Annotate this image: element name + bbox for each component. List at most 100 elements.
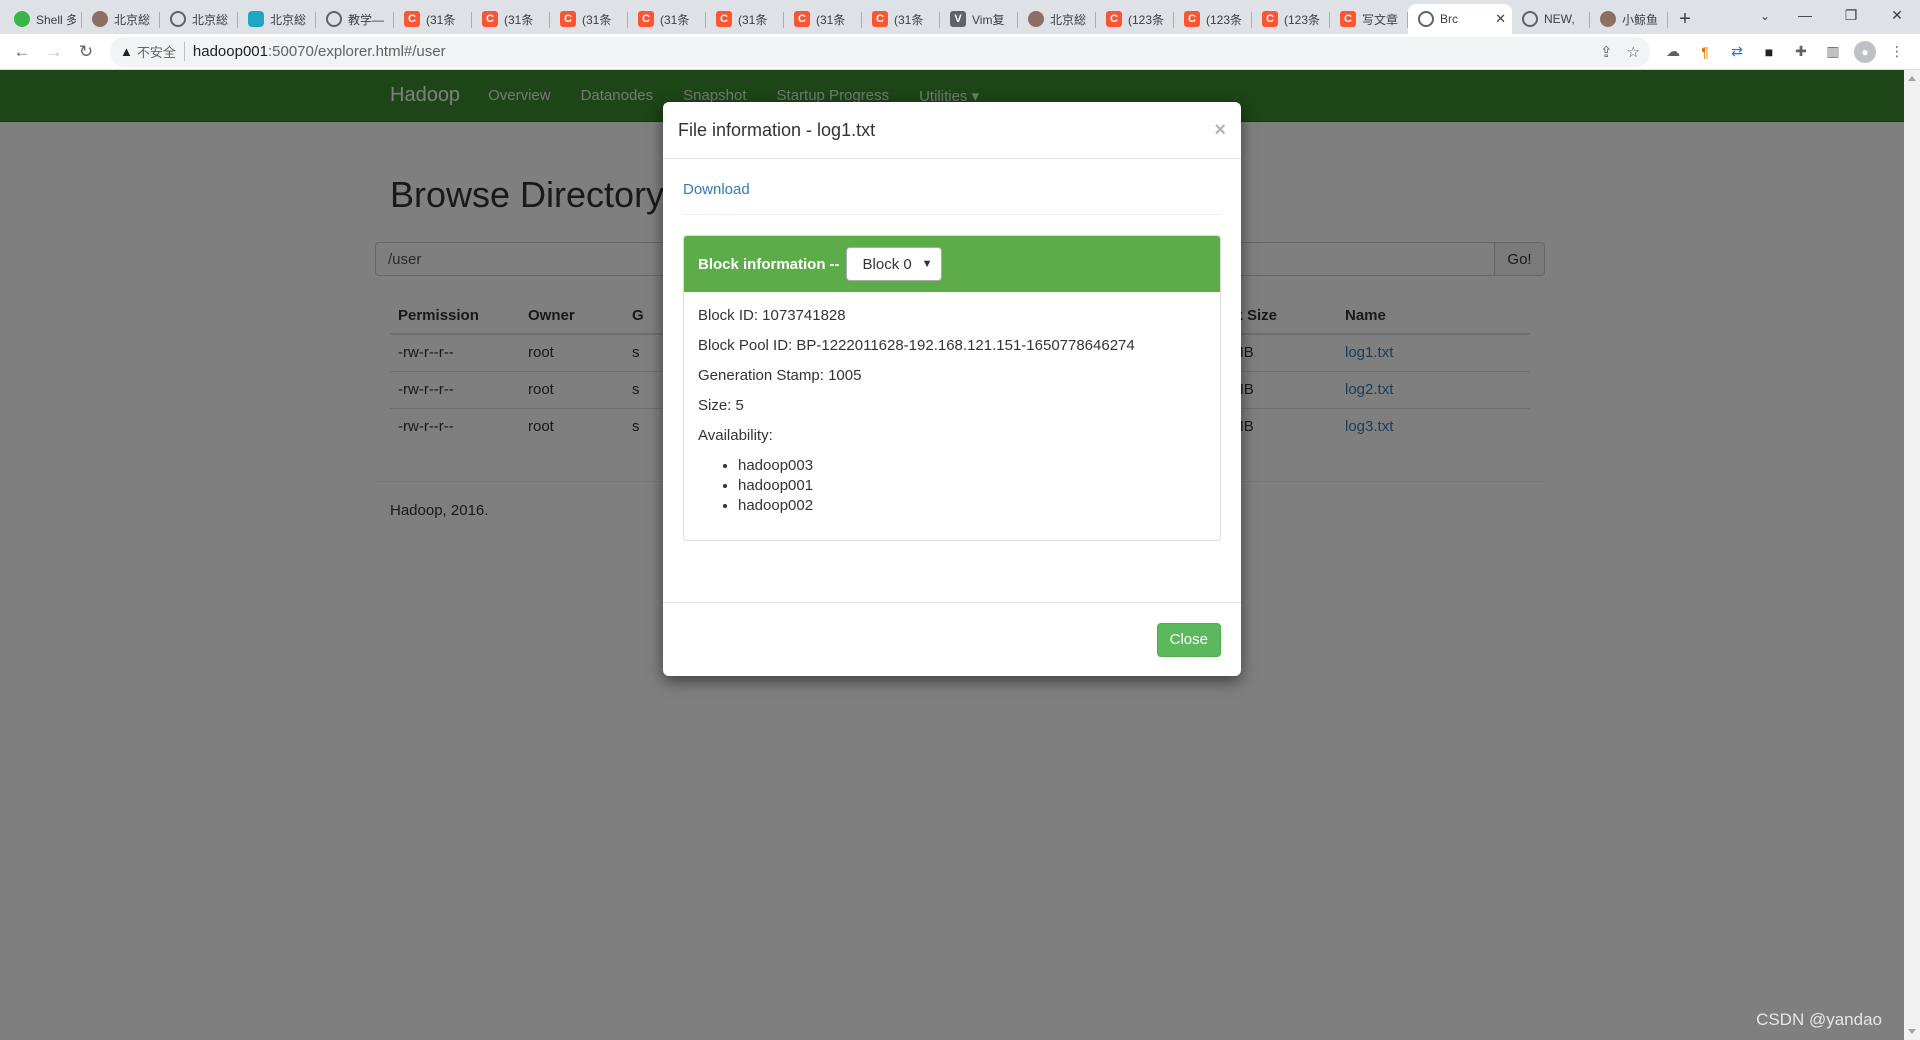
new-tab-button[interactable]: + xyxy=(1668,4,1702,34)
block-info-separator: -- xyxy=(829,255,840,273)
block-info-header: Block information -- Block 0 ▼ xyxy=(684,236,1220,292)
tab-label: NEW, xyxy=(1544,12,1575,26)
page-viewport: Hadoop Overview Datanodes Snapshot Start… xyxy=(0,70,1904,1040)
list-item: hadoop002 xyxy=(738,496,1206,516)
block-select[interactable]: Block 0 ▼ xyxy=(845,247,942,281)
generation-stamp: Generation Stamp: 1005 xyxy=(698,367,862,384)
url-host: hadoop001 xyxy=(192,43,268,60)
tab-label: 北京総 xyxy=(1050,12,1087,27)
watermark: CSDN @yandao xyxy=(1756,1010,1882,1029)
warning-icon: ▲ xyxy=(120,44,133,59)
browser-tab[interactable]: Shell 多 xyxy=(4,4,82,34)
browser-tab[interactable]: C (31条 xyxy=(784,4,862,34)
browser-tab[interactable]: C (31条 xyxy=(862,4,940,34)
csdn-icon: C xyxy=(638,11,654,27)
tab-label: 教学— xyxy=(348,12,385,27)
shell-icon xyxy=(14,11,30,27)
csdn-icon: C xyxy=(1184,11,1200,27)
tab-label: (31条 xyxy=(582,12,612,27)
profile-avatar-icon[interactable]: ● xyxy=(1854,40,1876,63)
back-button[interactable]: ← xyxy=(6,37,38,67)
block-info-body: Block ID: 1073741828 Block Pool ID: BP-1… xyxy=(684,292,1220,540)
availability-list: hadoop003 hadoop001 hadoop002 xyxy=(738,456,1206,516)
block-info-panel: Block information -- Block 0 ▼ Block ID:… xyxy=(683,235,1221,541)
tab-label: Vim复 xyxy=(972,12,1005,27)
csdn-icon: C xyxy=(1262,11,1278,27)
list-item: hadoop001 xyxy=(738,476,1206,496)
globe-icon xyxy=(170,11,186,27)
paw-icon xyxy=(1600,11,1616,27)
close-button[interactable]: Close xyxy=(1156,622,1221,657)
modal-footer: Close xyxy=(663,602,1241,676)
browser-tab[interactable]: C (31条 xyxy=(472,4,550,34)
chevron-down-icon: ▼ xyxy=(921,258,933,270)
csdn-icon: C xyxy=(560,11,576,27)
tab-list: Shell 多北京総 北京総 北京総 教学— C (31条 C (31条 C (31条 C (31条 C… xyxy=(4,4,1668,34)
globe-icon xyxy=(1418,11,1434,27)
forward-button[interactable]: → xyxy=(38,37,70,67)
extensions-puzzle-icon[interactable]: ✚ xyxy=(1790,41,1812,63)
tab-label: Brc xyxy=(1440,12,1458,26)
tab-label: Shell 多 xyxy=(36,12,76,27)
extension-dark-icon[interactable]: ■ xyxy=(1758,41,1780,63)
close-window-button[interactable]: ✕ xyxy=(1874,0,1920,30)
csdn-icon: C xyxy=(1340,11,1356,27)
browser-tab[interactable]: C (123条 xyxy=(1174,4,1252,34)
csdn-icon: C xyxy=(482,11,498,27)
paw-icon xyxy=(92,11,108,27)
modal-divider xyxy=(683,214,1221,215)
browser-tab[interactable]: C (31条 xyxy=(394,4,472,34)
browser-toolbar: ← → ↻ ▲ 不安全 hadoop001 :50070/explorer.ht… xyxy=(0,34,1920,70)
browser-tab[interactable]: NEW, xyxy=(1512,4,1590,34)
block-size: Size: 5 xyxy=(698,397,744,414)
browser-tab[interactable]: 小鲸鱼 xyxy=(1590,4,1668,34)
modal-body: Download Block information -- Block 0 ▼ … xyxy=(663,159,1241,556)
browser-tab[interactable]: 教学— xyxy=(316,4,394,34)
list-item: hadoop003 xyxy=(738,456,1206,476)
extension-paragraph-icon[interactable]: ¶ xyxy=(1694,41,1716,63)
modal-close-icon[interactable]: × xyxy=(1214,119,1226,142)
tab-label: 北京総 xyxy=(270,12,307,27)
modal-title: File information - log1.txt xyxy=(678,119,876,140)
tab-label: (123条 xyxy=(1284,12,1321,27)
maximize-button[interactable]: ❐ xyxy=(1828,0,1874,30)
tab-label: (31条 xyxy=(816,12,846,27)
file-info-modal: File information - log1.txt × Download B… xyxy=(663,102,1241,676)
menu-kebab-icon[interactable]: ⋮ xyxy=(1886,41,1908,63)
download-link[interactable]: Download xyxy=(683,181,750,198)
browser-tab[interactable]: 北京総 xyxy=(1018,4,1096,34)
modal-header: File information - log1.txt × xyxy=(663,102,1241,159)
browser-tab[interactable]: C (123条 xyxy=(1252,4,1330,34)
browser-tab[interactable]: C 写文章 xyxy=(1330,4,1408,34)
browser-tab[interactable]: C (31条 xyxy=(628,4,706,34)
browser-tab[interactable]: 北京総 xyxy=(238,4,316,34)
tab-label: 写文章 xyxy=(1362,12,1399,27)
reload-button[interactable]: ↻ xyxy=(70,37,102,67)
side-panel-icon[interactable]: ▥ xyxy=(1822,41,1844,63)
minimize-button[interactable]: — xyxy=(1782,0,1828,30)
bookmark-star-icon[interactable]: ☆ xyxy=(1627,43,1640,61)
tab-label: 北京総 xyxy=(114,12,151,27)
lock-icon xyxy=(248,11,264,27)
tab-search-icon[interactable]: ⌄ xyxy=(1750,4,1780,28)
address-bar[interactable]: ▲ 不安全 hadoop001 :50070/explorer.html#/us… xyxy=(110,36,1650,67)
paw-icon xyxy=(1028,11,1044,27)
browser-tab[interactable]: C (31条 xyxy=(550,4,628,34)
share-icon[interactable]: ⇪ xyxy=(1600,43,1613,61)
extension-cloud-icon[interactable]: ☁ xyxy=(1662,41,1684,63)
csdn-icon: C xyxy=(404,11,420,27)
tab-label: (31条 xyxy=(894,12,924,27)
browser-tab[interactable]: C (123条 xyxy=(1096,4,1174,34)
browser-tab[interactable]: 北京総 xyxy=(160,4,238,34)
browser-tab[interactable]: C (31条 xyxy=(706,4,784,34)
block-id: Block ID: 1073741828 xyxy=(698,307,846,324)
page-scrollbar[interactable] xyxy=(1904,70,1920,1040)
extension-translate-icon[interactable]: ⇄ xyxy=(1726,41,1748,63)
browser-tab[interactable]: V Vim复 xyxy=(940,4,1018,34)
window-controls: — ❐ ✕ xyxy=(1782,0,1920,34)
browser-tab[interactable]: Brc ✕ xyxy=(1408,4,1512,34)
block-select-value: Block 0 xyxy=(862,255,912,273)
close-tab-icon[interactable]: ✕ xyxy=(1495,11,1506,27)
browser-tab[interactable]: 北京総 xyxy=(82,4,160,34)
csdn-icon: C xyxy=(1106,11,1122,27)
